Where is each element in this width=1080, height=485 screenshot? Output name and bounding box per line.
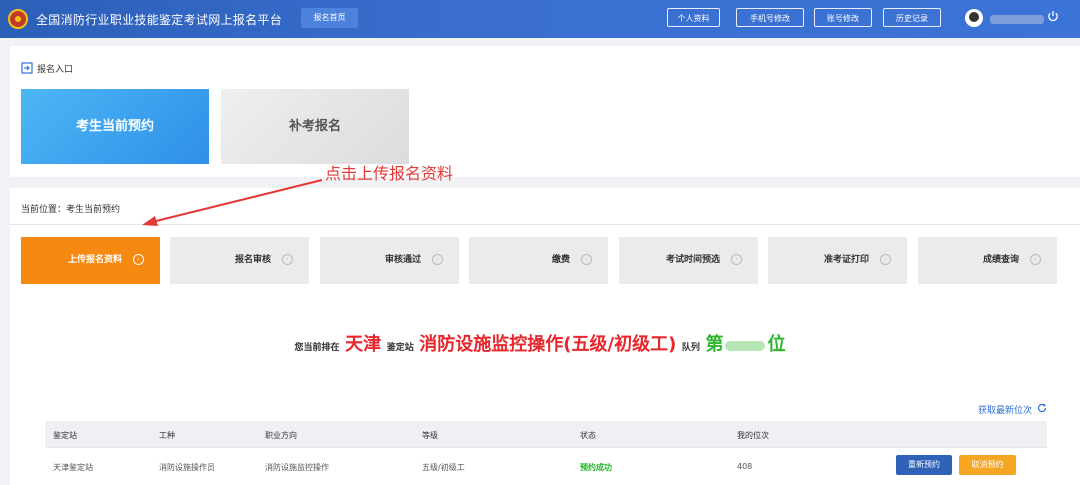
arrow-circle-icon: › (880, 254, 891, 265)
step-review[interactable]: 报名审核 › (170, 237, 309, 284)
cancel-booking-button[interactable]: 取消预约 (959, 455, 1016, 475)
profile-button[interactable]: 个人资料 (667, 8, 720, 27)
step-label: 上传报名资料 (67, 255, 122, 265)
step-exam-time[interactable]: 考试时间预选 › (619, 237, 758, 284)
cell-station: 天津鉴定站 (53, 463, 93, 472)
arrow-circle-icon: › (1030, 254, 1041, 265)
queue-info: 您当前排在 天津 鉴定站 消防设施监控操作(五级/初级工) 队列 第 位 (0, 330, 1080, 356)
cell-my-rank: 408 (737, 462, 753, 471)
queue-city: 天津 (345, 334, 382, 355)
phone-change-button[interactable]: 手机号修改 (736, 8, 804, 27)
refresh-icon[interactable] (1037, 403, 1047, 413)
step-label: 审核通过 (384, 255, 421, 265)
arrow-circle-icon: › (432, 254, 443, 265)
arrow-circle-icon: › (731, 254, 742, 265)
annotation-text: 点击上传报名资料 (325, 164, 454, 183)
arrow-circle-icon: › (581, 254, 592, 265)
step-label: 准考证打印 (823, 255, 869, 265)
nav-home-button[interactable]: 报名首页 (301, 8, 358, 28)
table-row-divider (45, 447, 1047, 448)
step-label: 报名审核 (234, 255, 271, 265)
entry-icon (21, 62, 33, 74)
step-label: 成绩查询 (982, 255, 1019, 265)
step-admission-ticket[interactable]: 准考证打印 › (768, 237, 907, 284)
step-score-query[interactable]: 成绩查询 › (918, 237, 1057, 284)
cell-direction: 消防设施监控操作 (265, 463, 329, 472)
logo-emblem-icon (8, 9, 28, 29)
cell-level: 五级/初级工 (422, 463, 465, 472)
step-approved[interactable]: 审核通过 › (320, 237, 459, 284)
step-label: 缴费 (551, 255, 570, 265)
site-title: 全国消防行业职业技能鉴定考试网上报名平台 (36, 13, 283, 27)
queue-prefix: 您当前排在 (294, 343, 340, 353)
th-job-type: 工种 (159, 431, 175, 440)
queue-rank-suffix: 位 (767, 334, 786, 355)
arrow-circle-icon: › (282, 254, 293, 265)
queue-rank-redacted (725, 340, 766, 351)
step-payment[interactable]: 缴费 › (469, 237, 608, 284)
makeup-exam-card[interactable]: 补考报名 (221, 89, 409, 164)
username-redacted (990, 15, 1044, 24)
divider (10, 224, 1080, 225)
th-station: 鉴定站 (53, 431, 77, 440)
rebook-button[interactable]: 重新预约 (896, 455, 952, 475)
cell-job-type: 消防设施操作员 (159, 463, 215, 472)
arrow-circle-icon: › (133, 254, 144, 265)
account-change-button[interactable]: 账号修改 (814, 8, 872, 27)
cell-status: 预约成功 (580, 463, 612, 472)
user-avatar-icon[interactable] (965, 9, 983, 27)
breadcrumb: 当前位置：考生当前预约 (21, 205, 121, 215)
power-icon[interactable] (1047, 10, 1059, 22)
table-header (45, 421, 1047, 447)
th-my-rank: 我的位次 (737, 431, 769, 440)
queue-label: 队列 (681, 343, 700, 353)
queue-rank-prefix: 第 (705, 334, 724, 355)
queue-station-label: 鉴定站 (386, 343, 414, 353)
history-button[interactable]: 历史记录 (883, 8, 941, 27)
step-label: 考试时间预选 (665, 255, 720, 265)
refresh-rank-link[interactable]: 获取最新位次 (978, 403, 1032, 416)
step-upload[interactable]: 上传报名资料 › (21, 237, 160, 284)
th-level: 等级 (422, 431, 438, 440)
queue-job: 消防设施监控操作(五级/初级工) (419, 334, 677, 355)
th-status: 状态 (580, 431, 596, 440)
entry-label: 报名入口 (37, 65, 74, 75)
th-direction: 职业方向 (265, 431, 297, 440)
current-booking-card[interactable]: 考生当前预约 (21, 89, 209, 164)
